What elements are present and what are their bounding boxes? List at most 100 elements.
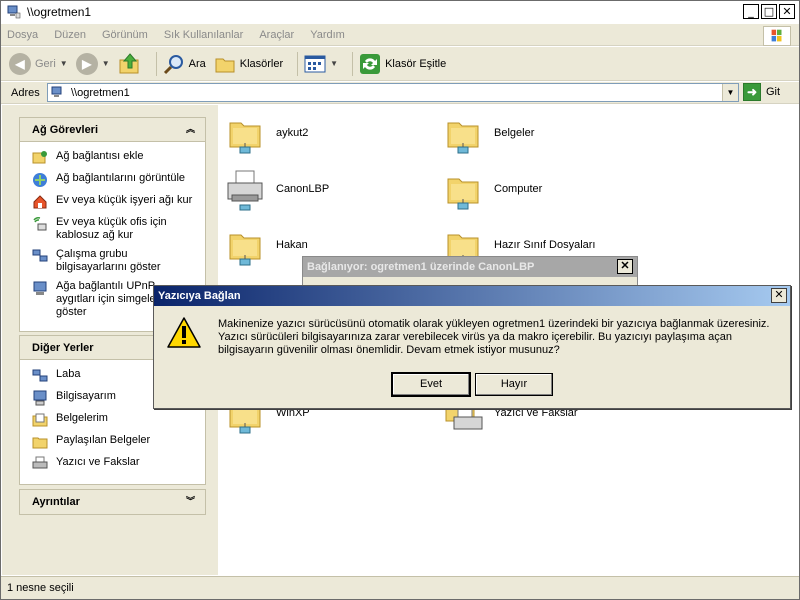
back-label: Geri — [35, 57, 56, 70]
shared-folder-icon — [447, 122, 479, 154]
dialog-message: Makinenize yazıcı sürücüsünü otomatik ol… — [218, 318, 770, 356]
address-dropdown-icon[interactable]: ▼ — [722, 84, 738, 101]
place-printers-and-faxes[interactable]: Yazıcı ve Fakslar — [32, 456, 205, 472]
my-computer-icon — [33, 390, 47, 406]
network-tasks-header[interactable]: Ağ Görevleri ︽ — [20, 118, 205, 142]
folder-sync-label: Klasör Eşitle — [385, 57, 447, 70]
network-printer-icon — [227, 170, 263, 211]
connecting-dialog-title-bar: Bağlanıyor: ogretmen1 üzerinde CanonLBP … — [303, 257, 637, 277]
up-folder-icon — [119, 52, 139, 73]
shared-folder-icon — [229, 234, 261, 266]
place-label: Yazıcı ve Fakslar — [56, 456, 140, 468]
warning-icon — [167, 317, 201, 348]
go-label: Git — [766, 86, 781, 98]
item-label: Belgeler — [494, 127, 535, 139]
printer-item-canonlbp[interactable]: CanonLBP — [224, 167, 329, 211]
item-label: Hakan — [276, 239, 308, 251]
menu-file[interactable]: Dosya — [7, 29, 38, 41]
go-arrow-icon: ➜ — [743, 83, 761, 101]
dialog-close-button[interactable]: ✕ — [771, 288, 787, 303]
task-label: Çalışma grubu bilgisayarlarını göster — [56, 248, 161, 273]
share-item-aykut2[interactable]: aykut2 — [224, 111, 308, 155]
task-label: Ağ bağlantılarını görüntüle — [56, 172, 186, 184]
forward-button[interactable]: ▶ ▼ — [75, 50, 110, 78]
menu-view[interactable]: Görünüm — [102, 29, 148, 41]
connecting-dialog-close-button[interactable]: ✕ — [617, 259, 633, 274]
search-button[interactable]: Ara — [163, 50, 206, 78]
title-bar: \\ogretmen1 _ □ ✕ — [1, 1, 799, 23]
close-button[interactable]: ✕ — [779, 4, 795, 19]
task-label: Ev veya küçük ofis için kablosuz ağ kur — [56, 216, 167, 241]
back-dropdown-icon[interactable]: ▼ — [60, 59, 68, 68]
search-icon — [163, 54, 183, 74]
views-icon — [304, 55, 326, 72]
toolbar-separator — [155, 51, 157, 76]
forward-arrow-icon: ▶ — [75, 52, 98, 75]
task-show-workgroup-computers[interactable]: Çalışma grubu bilgisayarlarını göster — [32, 248, 205, 274]
place-label: Bilgisayarım — [56, 390, 116, 402]
back-arrow-icon: ◀ — [9, 52, 31, 75]
connect-printer-dialog: Yazıcıya Bağlan ✕ Makinenize yazıcı sürü… — [153, 285, 791, 409]
search-label: Ara — [188, 57, 206, 70]
address-input[interactable]: \\ogretmen1 ▼ — [47, 83, 739, 102]
share-item-hakan[interactable]: Hakan — [224, 223, 308, 267]
details-header[interactable]: Ayrıntılar ︾ — [20, 490, 205, 514]
place-shared-documents[interactable]: Paylaşılan Belgeler — [32, 434, 205, 450]
no-button[interactable]: Hayır — [475, 373, 553, 396]
toolbar-separator — [352, 51, 354, 76]
window-title: \\ogretmen1 — [27, 5, 92, 19]
task-label: Ev veya küçük işyeri ağı kur — [56, 194, 193, 206]
menu-tools[interactable]: Araçlar — [259, 29, 294, 41]
shared-folder-icon — [447, 178, 479, 210]
other-places-title: Diğer Yerler — [32, 341, 94, 354]
folder-sync-button[interactable]: Klasör Eşitle — [359, 50, 446, 78]
views-dropdown-icon[interactable]: ▼ — [330, 59, 338, 68]
menu-edit[interactable]: Düzen — [54, 29, 86, 41]
address-bar: Adres \\ogretmen1 ▼ ➜ Git — [1, 82, 799, 104]
item-label: Computer — [494, 183, 543, 195]
maximize-button[interactable]: □ — [761, 4, 777, 19]
my-documents-icon — [32, 413, 48, 427]
task-view-network-connections[interactable]: Ağ bağlantılarını görüntüle — [32, 172, 205, 188]
task-setup-home-network[interactable]: Ev veya küçük işyeri ağı kur — [32, 194, 205, 210]
collapse-chevron-icon[interactable]: ︽ — [186, 122, 195, 135]
status-text: 1 nesne seçili — [7, 582, 74, 594]
network-computer-icon — [7, 5, 21, 19]
toolbar-separator — [297, 51, 299, 76]
place-label: Laba — [56, 368, 81, 380]
menu-bar: Dosya Düzen Görünüm Sık Kullanılanlar Ar… — [1, 24, 799, 46]
folders-button[interactable]: Klasörler — [214, 50, 283, 78]
toolbar: ◀ Geri ▼ ▶ ▼ Ara Klasörler ▼ Klasör Eşit… — [1, 47, 799, 81]
views-button[interactable]: ▼ — [304, 50, 338, 78]
menu-help[interactable]: Yardım — [310, 29, 345, 41]
share-item-belgeler[interactable]: Belgeler — [442, 111, 534, 155]
item-label: Hazır Sınıf Dosyaları — [494, 239, 596, 251]
add-network-place-icon — [32, 151, 47, 164]
details-panel: Ayrıntılar ︾ — [19, 489, 206, 515]
connecting-dialog-title: Bağlanıyor: ogretmen1 üzerinde CanonLBP — [307, 261, 535, 273]
forward-dropdown-icon[interactable]: ▼ — [102, 59, 110, 68]
task-label: Ağa bağlantılı UPnP aygıtları için simge… — [56, 280, 162, 318]
details-title: Ayrıntılar — [32, 496, 80, 508]
minimize-button[interactable]: _ — [743, 4, 759, 19]
folders-label: Klasörler — [239, 57, 284, 70]
network-computer-icon — [51, 86, 62, 97]
task-setup-wireless-network[interactable]: Ev veya küçük ofis için kablosuz ağ kur — [32, 216, 205, 242]
shared-folder-icon — [229, 122, 261, 154]
windows-logo-icon — [763, 26, 791, 46]
place-my-documents[interactable]: Belgelerim — [32, 412, 205, 428]
yes-button[interactable]: Evet — [391, 372, 471, 397]
item-label: CanonLBP — [276, 183, 330, 195]
dialog-title-bar: Yazıcıya Bağlan ✕ — [154, 286, 790, 306]
up-folder-button[interactable] — [118, 50, 142, 78]
back-button[interactable]: ◀ Geri ▼ — [9, 50, 68, 78]
share-item-computer[interactable]: Computer — [442, 167, 542, 211]
go-button[interactable]: ➜ Git — [743, 83, 780, 101]
workgroup-icon — [32, 369, 48, 382]
expand-chevron-icon[interactable]: ︾ — [186, 494, 195, 507]
task-add-network-place[interactable]: Ağ bağlantısı ekle — [32, 150, 205, 166]
status-bar: 1 nesne seçili — [1, 576, 799, 599]
menu-favorites[interactable]: Sık Kullanılanlar — [164, 29, 244, 41]
sync-icon — [360, 53, 381, 74]
printer-icon — [32, 456, 48, 469]
